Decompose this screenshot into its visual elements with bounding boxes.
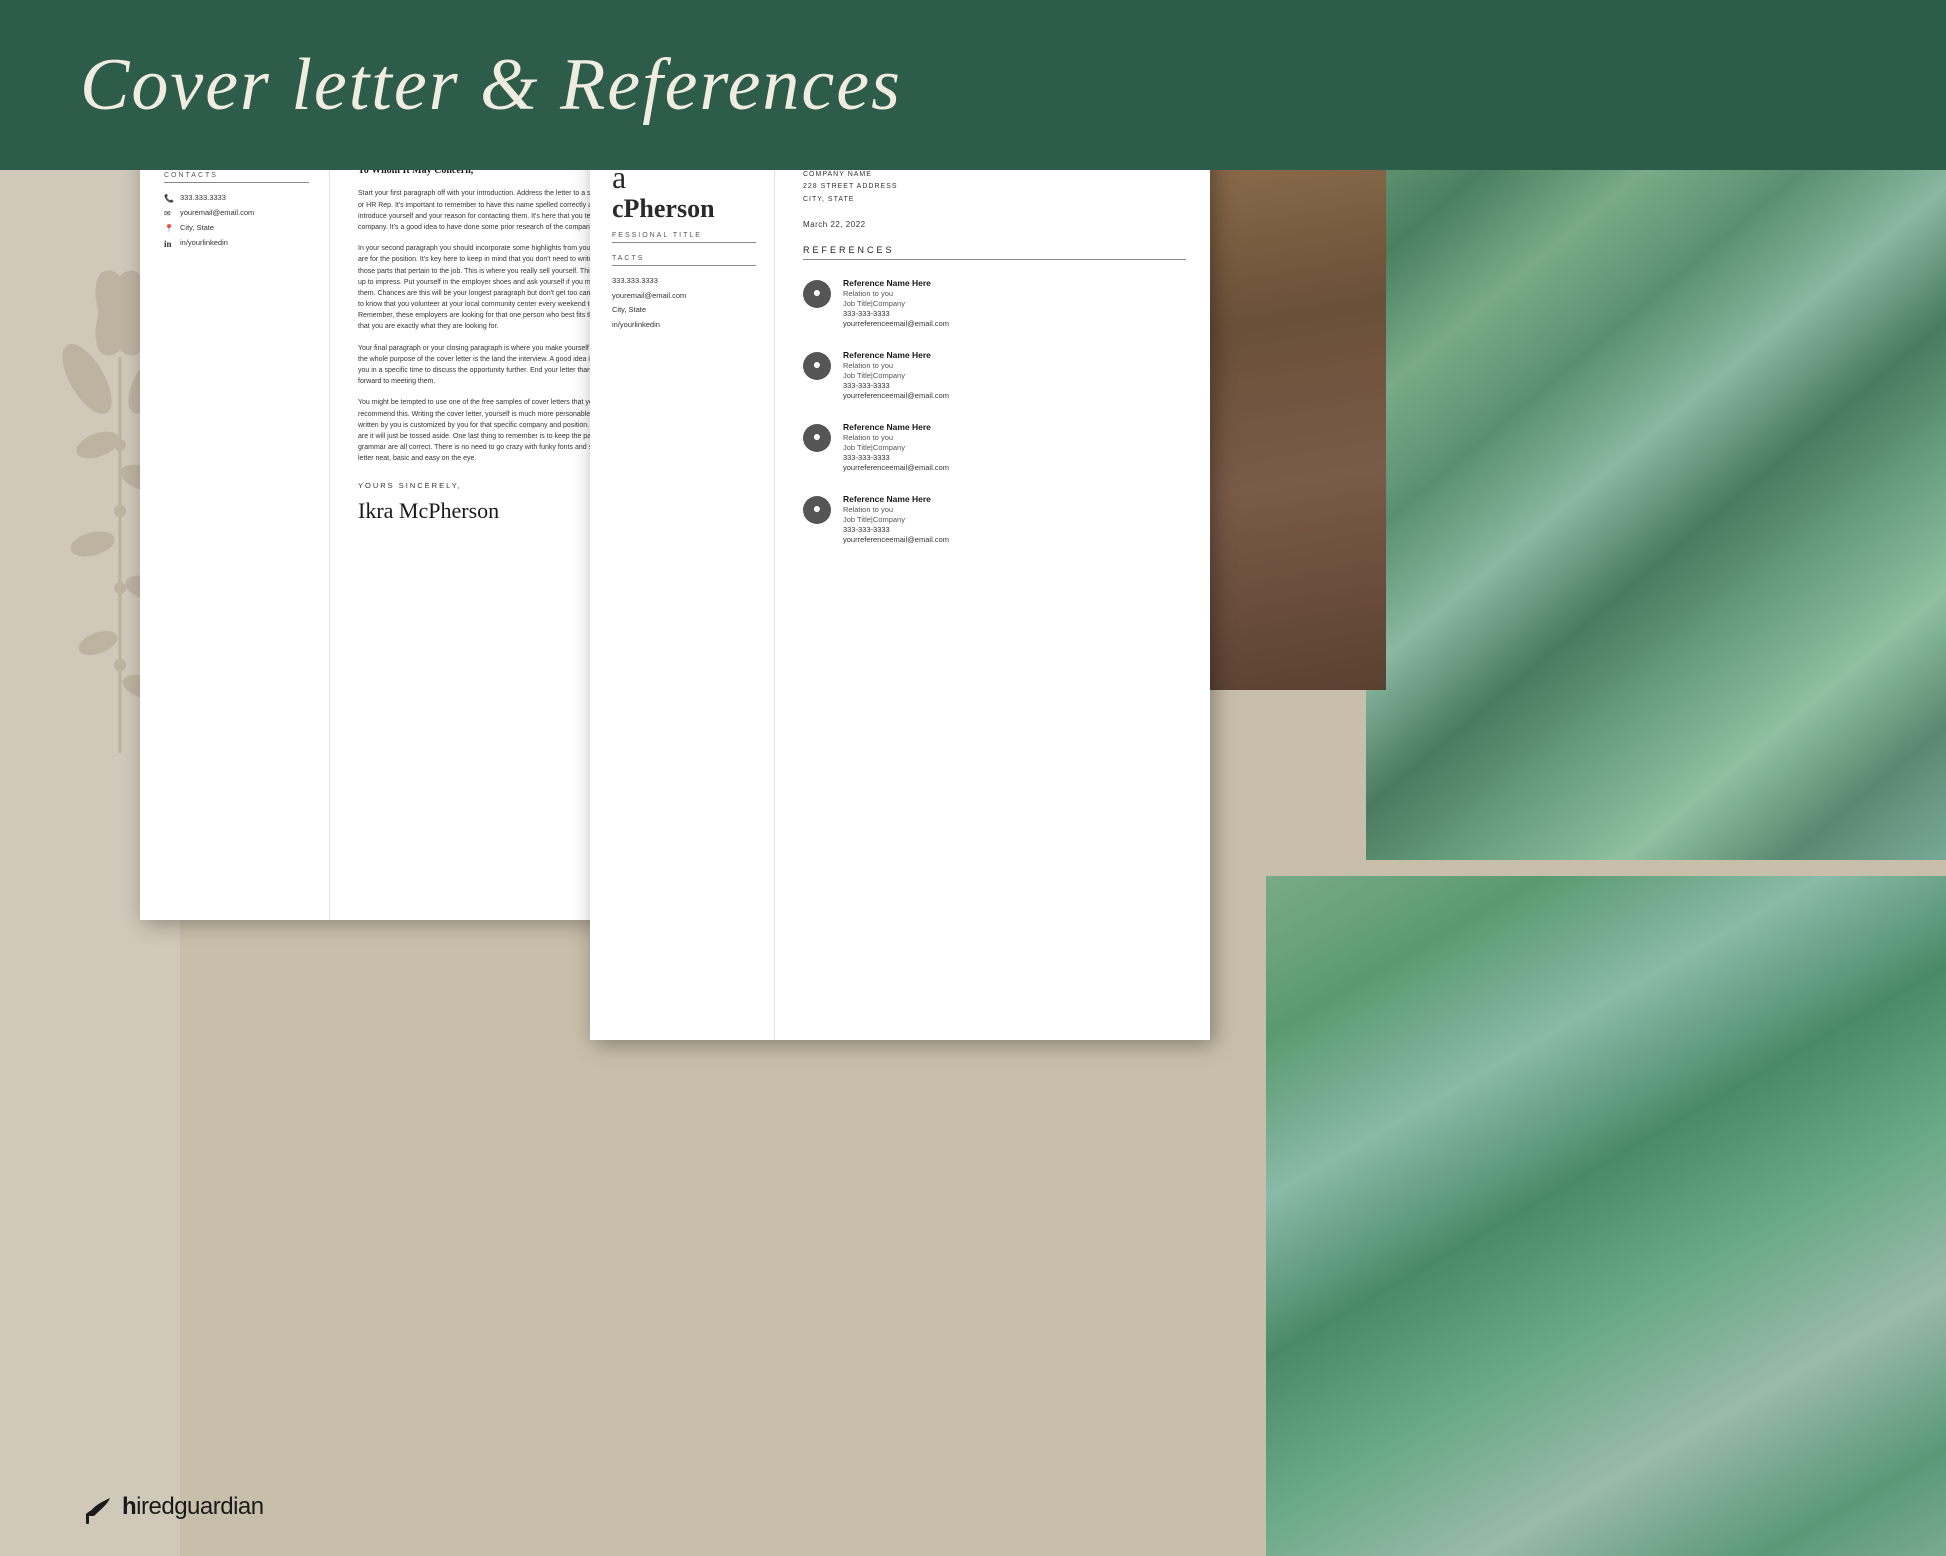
ref-phone-1: 333-333-3333 [843,309,1186,318]
ref-email-1: yourreferenceemail@email.com [843,319,1186,328]
ref-prof-title-label: fessional Title [612,232,756,243]
ref-job-4: Job Title|Company [843,515,1186,524]
ref-email-2: yourreferenceemail@email.com [843,391,1186,400]
ref-phone-3: 333-333-3333 [843,453,1186,462]
references-document: a cPherson fessional Title tacts 333.333… [590,120,1210,1040]
ref-avatar-3: ● [803,424,831,452]
ref-email-3: yourreferenceemail@email.com [843,463,1186,472]
ref-email: youremail@email.com [612,291,686,301]
cover-email-row: ✉ youremail@email.com [164,208,309,218]
ref-phone-2: 333-333-3333 [843,381,1186,390]
person-icon-2: ● [813,358,821,374]
ref-avatar-4: ● [803,496,831,524]
reference-item-4: ● Reference Name Here Relation to you Jo… [803,494,1186,544]
linkedin-icon: in [164,239,174,249]
ref-info-3: Reference Name Here Relation to you Job … [843,422,1186,472]
location-icon: 📍 [164,224,174,233]
page-title: Cover letter & References [80,43,902,128]
person-icon-3: ● [813,430,821,446]
cover-linkedin-row: in in/yourlinkedin [164,238,309,249]
title-container: Cover letter & References [0,0,1946,170]
ref-relation-1: Relation to you [843,289,1186,298]
ref-name-partial-last: cPherson [612,195,756,224]
cover-city-row: 📍 City, State [164,223,309,233]
person-icon-1: ● [813,286,821,302]
ref-relation-2: Relation to you [843,361,1186,370]
ref-date: March 22, 2022 [803,220,1186,229]
references-section-title: References [803,245,1186,260]
cover-phone: 333.333.3333 [180,193,226,203]
references-content: Human Resources Company Name 228 Street … [775,120,1210,1040]
ref-linkedin-row: in/yourlinkedin [612,320,756,330]
ref-email-4: yourreferenceemail@email.com [843,535,1186,544]
ref-phone-row: 333.333.3333 [612,276,756,286]
ref-avatar-1: ● [803,280,831,308]
ref-job-3: Job Title|Company [843,443,1186,452]
reference-item-3: ● Reference Name Here Relation to you Jo… [803,422,1186,472]
ref-linkedin: in/yourlinkedin [612,320,660,330]
ref-city: City, State [612,305,646,315]
ref-contacts-label: tacts [612,255,756,266]
reference-item-1: ● Reference Name Here Relation to you Jo… [803,278,1186,328]
title-banner: Cover letter & References [0,0,1946,170]
references-sidebar: a cPherson fessional Title tacts 333.333… [590,120,775,1040]
brand-h-letter: h [122,1493,136,1520]
ref-name-4: Reference Name Here [843,494,1186,504]
cover-email: youremail@email.com [180,208,254,218]
ref-job-1: Job Title|Company [843,299,1186,308]
ref-phone-4: 333-333-3333 [843,525,1186,534]
marble-bg-bottom-right [1266,876,1946,1556]
phone-icon: 📞 [164,194,174,203]
ref-phone: 333.333.3333 [612,276,658,286]
ref-city-row: City, State [612,305,756,315]
ref-name-3: Reference Name Here [843,422,1186,432]
person-icon-4: ● [813,502,821,518]
reference-item-2: ● Reference Name Here Relation to you Jo… [803,350,1186,400]
ref-info-4: Reference Name Here Relation to you Job … [843,494,1186,544]
brand-name: hiredguardian [122,1493,264,1521]
brand-footer: hiredguardian [80,1488,264,1526]
cover-phone-row: 📞 333.333.3333 [164,193,309,203]
ref-avatar-2: ● [803,352,831,380]
cover-contacts-label: Contacts [164,172,309,183]
ref-email-row: youremail@email.com [612,291,756,301]
cover-letter-sidebar: Ikra McPherson Professional Title Contac… [140,40,330,920]
brand-logo [80,1488,118,1526]
ref-info-1: Reference Name Here Relation to you Job … [843,278,1186,328]
cover-city: City, State [180,223,214,233]
ref-name-1: Reference Name Here [843,278,1186,288]
ref-job-2: Job Title|Company [843,371,1186,380]
email-icon: ✉ [164,209,174,218]
cover-linkedin: in/yourlinkedin [180,238,228,248]
ref-name-2: Reference Name Here [843,350,1186,360]
ref-relation-3: Relation to you [843,433,1186,442]
ref-info-2: Reference Name Here Relation to you Job … [843,350,1186,400]
ref-relation-4: Relation to you [843,505,1186,514]
brand-rest: iredguardian [136,1493,263,1520]
